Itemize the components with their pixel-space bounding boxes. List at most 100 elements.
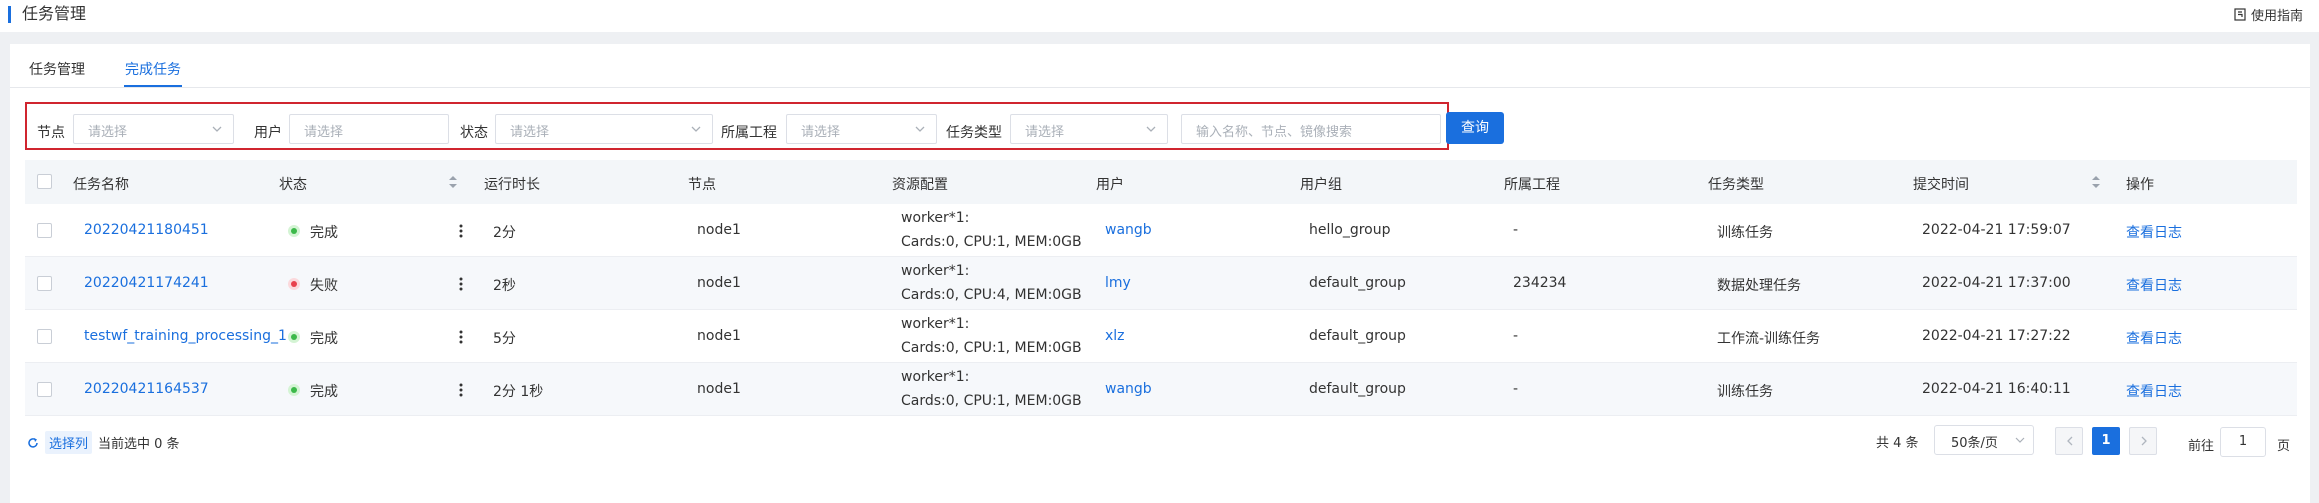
user-filter-label: 用户 (254, 125, 282, 141)
user-link[interactable]: wangb (1105, 381, 1152, 397)
node-text: node1 (697, 275, 741, 291)
user-link[interactable]: xlz (1105, 328, 1125, 344)
project-filter-label: 所属工程 (721, 125, 777, 141)
task-type-text: 数据处理任务 (1717, 278, 1801, 294)
table-row: testwf_training_processing_1 完成 5分 node1… (25, 310, 2297, 363)
status-dot-icon (288, 225, 300, 237)
project-text: - (1513, 381, 1519, 397)
guide-link[interactable]: 使用指南 (2234, 5, 2303, 24)
resource-line-2: Cards:0, CPU:1, MEM:0GB (901, 234, 1082, 250)
task-type-text: 训练任务 (1717, 384, 1773, 400)
total-count-text: 共 4 条 (1876, 436, 1919, 451)
task-type-text: 训练任务 (1717, 225, 1773, 241)
status-text: 完成 (310, 225, 338, 241)
task-type-select[interactable]: 请选择 (1010, 114, 1168, 144)
more-vertical-icon[interactable] (459, 277, 463, 291)
col-duration: 运行时长 (484, 177, 540, 193)
table-row: 20220421174241 失败 2秒 node1 worker*1: Car… (25, 257, 2297, 310)
main-panel: 任务管理 完成任务 节点 请选择 用户 请选择 状态 请选择 所属工程 请选择 … (10, 44, 2310, 503)
table-footer-left: 选择列 当前选中 0 条 (27, 431, 180, 454)
search-input-placeholder: 输入名称、节点、镜像搜索 (1196, 125, 1353, 140)
tab-bar: 任务管理 完成任务 (10, 44, 2310, 88)
top-bar: 任务管理 使用指南 (0, 0, 2319, 32)
node-text: node1 (697, 222, 741, 238)
more-vertical-icon[interactable] (459, 330, 463, 344)
status-dot-icon (288, 331, 300, 343)
select-all-checkbox[interactable] (37, 174, 52, 189)
status-dot-icon (288, 384, 300, 396)
row-checkbox[interactable] (37, 382, 52, 397)
task-name-link[interactable]: 20220421174241 (84, 275, 209, 291)
next-page-button[interactable] (2129, 427, 2157, 455)
active-tab-indicator (124, 85, 182, 87)
project-text: - (1513, 328, 1519, 344)
sort-icon[interactable] (2091, 174, 2101, 190)
user-select[interactable]: 请选择 (289, 114, 449, 144)
refresh-icon[interactable] (27, 437, 39, 449)
user-link[interactable]: lmy (1105, 275, 1131, 291)
task-type-select-placeholder: 请选择 (1025, 125, 1065, 140)
goto-page-input[interactable]: 1 (2220, 427, 2266, 457)
doc-icon (2234, 8, 2246, 21)
node-select[interactable]: 请选择 (73, 114, 234, 144)
table-row: 20220421180451 完成 2分 node1 worker*1: Car… (25, 204, 2297, 257)
node-text: node1 (697, 328, 741, 344)
select-columns-button[interactable]: 选择列 (45, 431, 93, 454)
view-log-link[interactable]: 查看日志 (2126, 328, 2182, 348)
status-text: 完成 (310, 384, 338, 400)
status-dot-icon (288, 278, 300, 290)
resource-line-2: Cards:0, CPU:1, MEM:0GB (901, 393, 1082, 409)
duration-text: 5分 (493, 331, 516, 347)
goto-prefix-text: 前往 (2188, 439, 2215, 454)
row-checkbox[interactable] (37, 329, 52, 344)
goto-suffix-text: 页 (2277, 439, 2291, 454)
page-1-button[interactable]: 1 (2092, 427, 2120, 455)
project-text: - (1513, 222, 1519, 238)
project-select[interactable]: 请选择 (786, 114, 937, 144)
status-filter-label: 状态 (460, 125, 488, 141)
status-select[interactable]: 请选择 (495, 114, 713, 144)
chevron-down-icon (212, 126, 222, 132)
view-log-link[interactable]: 查看日志 (2126, 222, 2182, 242)
status-select-placeholder: 请选择 (510, 125, 550, 140)
tab-task-management[interactable]: 任务管理 (29, 59, 85, 79)
task-name-link[interactable]: 20220421180451 (84, 222, 209, 238)
tab-completed-tasks[interactable]: 完成任务 (125, 59, 181, 79)
prev-page-button[interactable] (2055, 427, 2083, 455)
user-link[interactable]: wangb (1105, 222, 1152, 238)
status-text: 失败 (310, 278, 338, 294)
more-vertical-icon[interactable] (459, 383, 463, 397)
view-log-link[interactable]: 查看日志 (2126, 381, 2182, 401)
sort-icon[interactable] (448, 174, 458, 190)
col-actions: 操作 (2126, 177, 2154, 193)
resource-line-2: Cards:0, CPU:4, MEM:0GB (901, 287, 1082, 303)
row-checkbox[interactable] (37, 276, 52, 291)
col-resources: 资源配置 (892, 177, 948, 193)
col-status: 状态 (279, 177, 307, 193)
task-name-link[interactable]: testwf_training_processing_1 (84, 328, 287, 344)
chevron-down-icon (2015, 437, 2025, 443)
table-row: 20220421164537 完成 2分 1秒 node1 worker*1: … (25, 363, 2297, 416)
node-filter-label: 节点 (37, 125, 65, 141)
goto-page-value: 1 (2238, 434, 2248, 449)
resource-line-1: worker*1: (901, 316, 970, 332)
page-title: 任务管理 (22, 4, 87, 23)
page-size-select[interactable]: 50条/页 (1934, 425, 2034, 455)
query-button[interactable]: 查询 (1446, 112, 1504, 144)
duration-text: 2分 1秒 (493, 384, 544, 400)
title-accent-bar (8, 6, 11, 23)
more-vertical-icon[interactable] (459, 224, 463, 238)
task-type-filter-label: 任务类型 (946, 125, 1002, 141)
search-input[interactable]: 输入名称、节点、镜像搜索 (1181, 114, 1441, 144)
submit-time-text: 2022-04-21 17:27:22 (1922, 328, 2071, 344)
duration-text: 2秒 (493, 278, 516, 294)
user-group-text: hello_group (1309, 222, 1391, 238)
view-log-link[interactable]: 查看日志 (2126, 275, 2182, 295)
row-checkbox[interactable] (37, 223, 52, 238)
col-user-group: 用户组 (1300, 177, 1342, 193)
resource-line-1: worker*1: (901, 369, 970, 385)
task-name-link[interactable]: 20220421164537 (84, 381, 209, 397)
submit-time-text: 2022-04-21 16:40:11 (1922, 381, 2071, 397)
status-text: 完成 (310, 331, 338, 347)
chevron-down-icon (691, 126, 701, 132)
